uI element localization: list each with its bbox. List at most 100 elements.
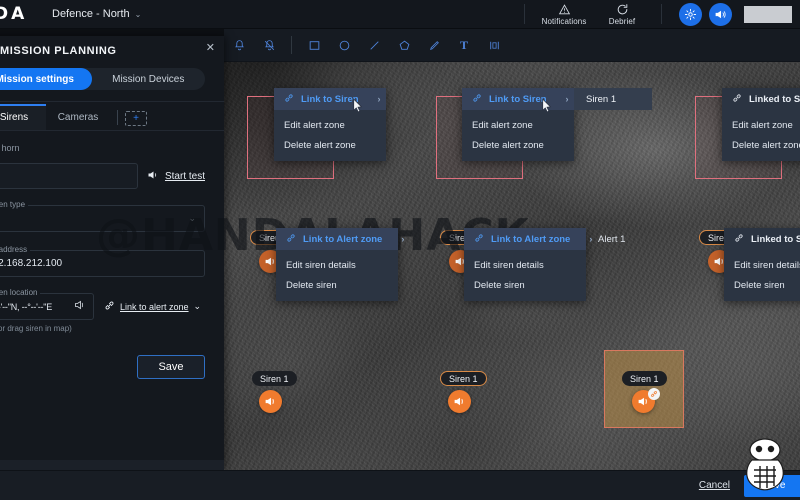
link-alert-zone-group: Link to alert zone ⌄ xyxy=(104,293,201,313)
panel-actions: Save xyxy=(0,355,205,379)
tab-sirens[interactable]: Sirens xyxy=(0,104,46,130)
menu-header-label: Link to Siren xyxy=(301,94,359,105)
ip-address-value: 192.168.212.100 xyxy=(0,258,196,269)
menu-items: Edit siren details Delete siren xyxy=(464,250,586,301)
menu-header-link-to-alert-zone[interactable]: Link to Alert zone › xyxy=(464,228,586,250)
start-test-label: Start test xyxy=(165,171,205,182)
line-tool-icon[interactable] xyxy=(359,29,389,62)
menu-items: Edit alert zone Delete alert zone xyxy=(722,110,800,161)
menu-item-delete-siren[interactable]: Delete siren xyxy=(464,275,586,295)
marker-label-text: Siren 1 xyxy=(260,374,289,384)
debrief-label: Debrief xyxy=(609,17,636,26)
menu-item-delete-siren[interactable]: Delete siren xyxy=(724,275,800,295)
dialog-footer: Cancel Save xyxy=(0,470,800,500)
map-marker-label-5[interactable]: Siren 1 xyxy=(440,371,487,386)
bell-icon[interactable] xyxy=(224,29,254,62)
footer-save-button[interactable]: Save xyxy=(744,475,800,497)
chevron-right-icon: › xyxy=(366,94,381,104)
siren-name-row: Start test xyxy=(0,163,205,189)
menu-header-link-to-siren[interactable]: Link to Siren › xyxy=(274,88,386,110)
siren-ip-address-field[interactable]: IP address 192.168.212.100 xyxy=(0,250,205,277)
siren-name-input[interactable] xyxy=(0,163,138,189)
submenu-siren-1[interactable]: Siren 1 xyxy=(574,88,652,110)
map-marker-label-6[interactable]: Siren 1 xyxy=(622,371,667,386)
save-button[interactable]: Save xyxy=(137,355,205,379)
map-drawing-toolbar: T xyxy=(224,29,800,62)
pencil-tool-icon[interactable] xyxy=(419,29,449,62)
menu-item-delete-alert-zone[interactable]: Delete alert zone xyxy=(274,135,386,155)
rectangle-tool-icon[interactable] xyxy=(299,29,329,62)
alert-zone-menu-2[interactable]: Link to Siren › Edit alert zone Delete a… xyxy=(462,88,574,161)
text-tool-icon[interactable]: T xyxy=(449,29,479,62)
submenu-alert-1[interactable]: Alert 1 xyxy=(586,228,664,250)
map-siren-marker-5[interactable] xyxy=(448,390,471,413)
menu-item-edit-alert-zone[interactable]: Edit alert zone xyxy=(722,115,800,135)
siren-name-label: Siren horn xyxy=(0,143,205,153)
alert-zone-menu-3[interactable]: Linked to Siren Edit alert zone Delete a… xyxy=(722,88,800,161)
bell-off-icon[interactable] xyxy=(254,29,284,62)
notifications-button[interactable]: Notifications xyxy=(535,3,593,26)
link-icon xyxy=(732,93,742,106)
close-icon[interactable]: ✕ xyxy=(206,42,215,54)
menu-item-delete-siren[interactable]: Delete siren xyxy=(276,275,398,295)
link-icon xyxy=(734,233,744,246)
siren-menu-3[interactable]: Linked to Siren Edit siren details Delet… xyxy=(724,228,800,301)
siren-form: Siren horn Start test Siren type ⌄ IP ad… xyxy=(0,131,224,379)
menu-items: Edit siren details Delete siren xyxy=(724,250,800,301)
menu-header-label: Link to Alert zone xyxy=(491,234,570,245)
menu-item-edit-siren-details[interactable]: Edit siren details xyxy=(276,255,398,275)
alert-zone-polygon-4[interactable] xyxy=(604,350,684,428)
cancel-button[interactable]: Cancel xyxy=(699,480,730,491)
debrief-button[interactable]: Debrief xyxy=(593,3,651,26)
menu-item-edit-alert-zone[interactable]: Edit alert zone xyxy=(274,115,386,135)
topbar-divider xyxy=(524,4,525,24)
siren-location-field[interactable]: Siren location --°--'--"N, --°--'--"E xyxy=(0,293,94,320)
circle-tool-icon[interactable] xyxy=(329,29,359,62)
settings-gear-button[interactable] xyxy=(679,3,702,26)
user-avatar-placeholder[interactable] xyxy=(744,6,792,23)
mission-planning-panel: MISSION PLANNING ✕ Mission settings Miss… xyxy=(0,36,224,470)
link-to-alert-zone-button[interactable]: Link to alert zone ⌄ xyxy=(104,300,201,313)
polygon-tool-icon[interactable] xyxy=(389,29,419,62)
siren-type-select[interactable]: Siren type ⌄ xyxy=(0,205,205,232)
link-broken-icon xyxy=(286,233,296,246)
volume-button[interactable] xyxy=(709,3,732,26)
warning-triangle-icon xyxy=(558,3,571,16)
notifications-label: Notifications xyxy=(542,17,587,26)
add-device-button[interactable]: + xyxy=(125,111,147,126)
menu-header-linked-to-siren: Linked to Siren xyxy=(724,228,800,250)
siren-location-hint: (type or drag siren in map) xyxy=(0,324,205,333)
link-icon xyxy=(104,300,115,313)
menu-item-edit-siren-details[interactable]: Edit siren details xyxy=(724,255,800,275)
panel-header: MISSION PLANNING ✕ xyxy=(0,36,224,66)
tab-cameras[interactable]: Cameras xyxy=(46,104,110,130)
menu-header-label: Linked to Siren xyxy=(749,94,800,105)
alert-zone-menu-1[interactable]: Link to Siren › Edit alert zone Delete a… xyxy=(274,88,386,161)
siren-menu-1[interactable]: Link to Alert zone › Edit siren details … xyxy=(276,228,398,301)
menu-item-edit-siren-details[interactable]: Edit siren details xyxy=(464,255,586,275)
measure-tool-icon[interactable] xyxy=(479,29,509,62)
siren-pin-icon[interactable] xyxy=(74,298,86,316)
menu-header-link-to-siren[interactable]: Link to Siren › xyxy=(462,88,574,110)
siren-menu-2[interactable]: Link to Alert zone › Edit siren details … xyxy=(464,228,586,301)
menu-item-delete-alert-zone[interactable]: Delete alert zone xyxy=(462,135,574,155)
mission-name-label: Defence - North xyxy=(52,8,130,20)
menu-item-edit-alert-zone[interactable]: Edit alert zone xyxy=(462,115,574,135)
menu-item-delete-alert-zone[interactable]: Delete alert zone xyxy=(722,135,800,155)
tab-mission-settings[interactable]: Mission settings xyxy=(0,68,92,90)
mission-selector[interactable]: Defence - North ⌄ xyxy=(52,8,141,20)
chevron-right-icon: › xyxy=(389,234,404,244)
menu-items: Edit siren details Delete siren xyxy=(276,250,398,301)
tabs-separator xyxy=(117,110,118,125)
marker-label-text: Siren 1 xyxy=(630,374,659,384)
menu-header-link-to-alert-zone[interactable]: Link to Alert zone › xyxy=(276,228,398,250)
menu-items: Edit alert zone Delete alert zone xyxy=(274,110,386,161)
speaker-icon xyxy=(714,8,727,21)
panel-segmented-control: Mission settings Mission Devices xyxy=(0,68,205,90)
chevron-down-icon: ⌄ xyxy=(194,301,202,312)
device-tabs: Sirens Cameras + xyxy=(0,102,224,130)
map-siren-marker-4[interactable] xyxy=(259,390,282,413)
start-test-button[interactable]: Start test xyxy=(147,169,205,184)
tab-mission-devices[interactable]: Mission Devices xyxy=(92,68,206,90)
map-marker-label-4[interactable]: Siren 1 xyxy=(252,371,297,386)
